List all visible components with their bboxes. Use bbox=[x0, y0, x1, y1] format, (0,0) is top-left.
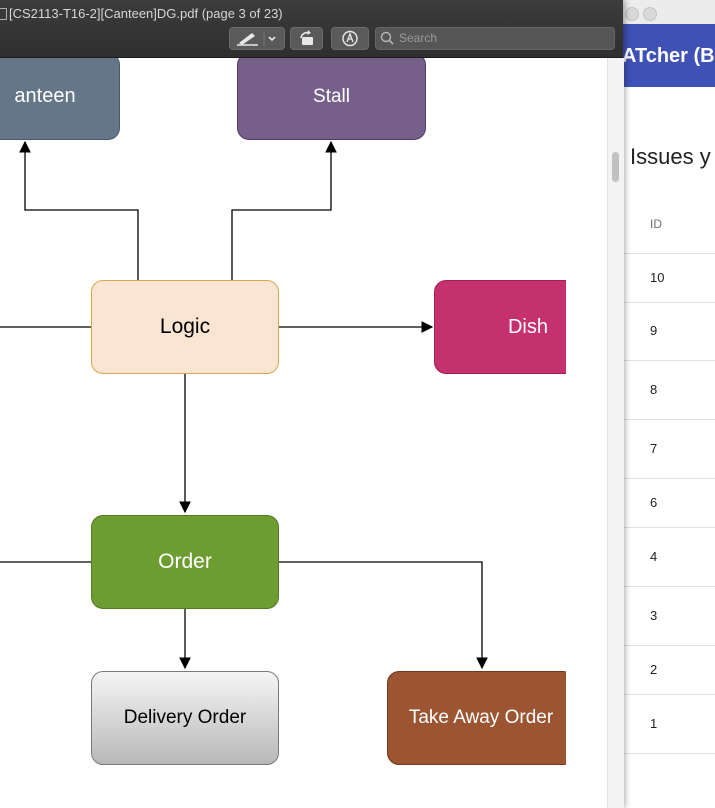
table-row[interactable]: 4 bbox=[622, 528, 715, 587]
table-row[interactable]: 7 bbox=[622, 420, 715, 479]
markup-button[interactable] bbox=[229, 27, 285, 50]
window-control-icon[interactable] bbox=[625, 7, 639, 21]
preview-window: [CS2113-T16-2][Canteen]DG.pdf (page 3 of… bbox=[0, 0, 624, 808]
stall-node: Stall bbox=[237, 58, 426, 140]
rotate-icon bbox=[300, 30, 313, 45]
annotate-button[interactable] bbox=[331, 27, 369, 50]
preview-toolbar: [CS2113-T16-2][Canteen]DG.pdf (page 3 of… bbox=[0, 0, 623, 58]
vertical-scrollbar[interactable] bbox=[607, 58, 624, 808]
logic-node: Logic bbox=[91, 280, 279, 374]
markup-circle-icon bbox=[342, 30, 358, 47]
issue-id: 9 bbox=[650, 323, 658, 338]
issues-heading: Issues y bbox=[630, 144, 711, 169]
dish-label: Dish bbox=[507, 315, 548, 338]
catcher-app-bar: ATcher (B bbox=[622, 24, 715, 87]
issue-id: 4 bbox=[650, 549, 658, 564]
issue-id: 3 bbox=[650, 608, 658, 623]
search-icon bbox=[380, 31, 394, 45]
logic-label: Logic bbox=[159, 315, 211, 338]
table-row[interactable]: 9 bbox=[622, 303, 715, 361]
id-column-header[interactable]: ID bbox=[650, 217, 662, 231]
table-row[interactable]: 10 bbox=[622, 254, 715, 303]
rotate-button[interactable] bbox=[290, 27, 323, 50]
take-away-order-node: Take Away Order bbox=[387, 671, 575, 765]
search-input[interactable]: Search bbox=[375, 27, 615, 50]
catcher-app-title: ATcher (B bbox=[622, 45, 715, 67]
issue-id: 1 bbox=[650, 716, 658, 731]
table-row[interactable]: 8 bbox=[622, 361, 715, 420]
order-label: Order bbox=[158, 550, 212, 573]
table-row[interactable]: 6 bbox=[622, 479, 715, 528]
document-icon bbox=[0, 8, 7, 20]
order-node: Order bbox=[91, 515, 279, 609]
page-margin bbox=[566, 58, 607, 808]
table-row[interactable]: 3 bbox=[622, 587, 715, 646]
table-header: ID bbox=[622, 195, 715, 254]
issue-id: 8 bbox=[650, 382, 658, 397]
table-row[interactable]: 1 bbox=[622, 695, 715, 754]
window-control-icon[interactable] bbox=[643, 7, 657, 21]
scrollbar-thumb[interactable] bbox=[612, 152, 619, 182]
delivery-order-node: Delivery Order bbox=[91, 671, 279, 765]
take-away-order-label: Take Away Order bbox=[408, 707, 554, 728]
document-title: [CS2113-T16-2][Canteen]DG.pdf (page 3 of… bbox=[9, 6, 283, 21]
issue-id: 2 bbox=[650, 662, 658, 677]
issues-table: ID 10 9 8 7 6 4 3 2 1 bbox=[622, 195, 715, 754]
issue-id: 7 bbox=[650, 441, 658, 456]
pdf-page: anteen Stall Logic Dish Order Delivery O… bbox=[0, 58, 607, 808]
issue-id: 10 bbox=[650, 270, 665, 285]
stall-label: Stall bbox=[313, 85, 350, 107]
issue-id: 6 bbox=[650, 495, 658, 510]
search-placeholder: Search bbox=[399, 31, 438, 45]
pen-icon bbox=[237, 31, 276, 46]
table-row[interactable]: 2 bbox=[622, 646, 715, 695]
canteen-label: anteen bbox=[14, 85, 76, 107]
canteen-node: anteen bbox=[0, 58, 120, 140]
delivery-order-label: Delivery Order bbox=[123, 707, 247, 728]
